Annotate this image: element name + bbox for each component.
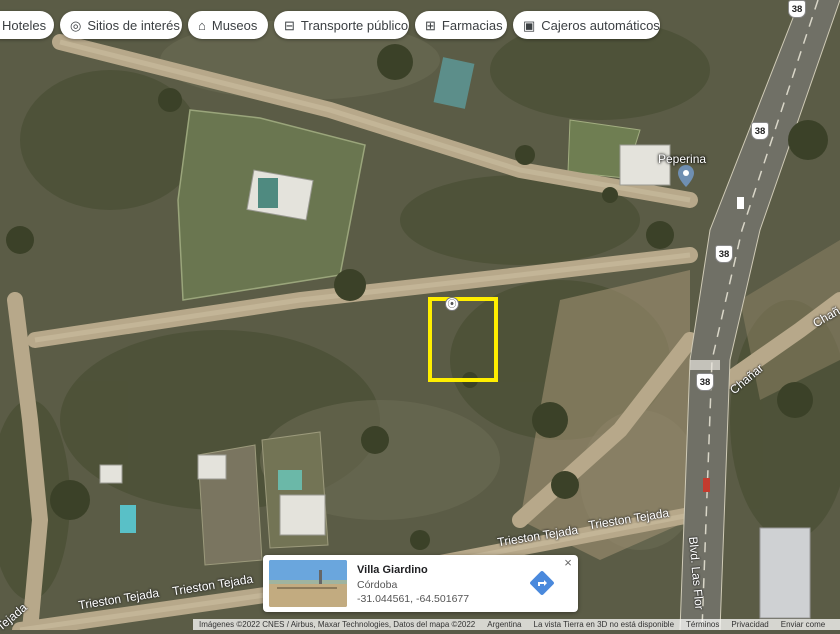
- directions-icon: [530, 571, 554, 595]
- feedback-link[interactable]: Enviar come: [775, 620, 831, 629]
- transit-icon: ⊟: [284, 17, 295, 33]
- route-38-shield: 38: [715, 245, 733, 263]
- close-icon[interactable]: ×: [561, 556, 575, 570]
- atm-icon: ▣: [523, 17, 536, 33]
- place-region: Córdoba: [357, 579, 398, 591]
- chip-sites-of-interest[interactable]: ◎ Sitios de interés: [60, 11, 182, 39]
- place-marker-peperina[interactable]: [678, 165, 694, 187]
- satellite-map[interactable]: [0, 0, 840, 630]
- route-38-shield: 38: [788, 0, 806, 18]
- museum-icon: ⌂: [198, 17, 206, 33]
- chip-museums[interactable]: ⌂ Museos: [188, 11, 268, 39]
- privacy-link[interactable]: Privacidad: [725, 620, 774, 629]
- selection-rectangle: [428, 297, 498, 382]
- directions-button[interactable]: [529, 570, 555, 596]
- map-footer: Imágenes ©2022 CNES / Airbus, Maxar Tech…: [193, 619, 840, 630]
- 3d-notice: La vista Tierra en 3D no está disponible: [533, 620, 675, 629]
- chip-pharmacies[interactable]: ⊞ Farmacias: [415, 11, 507, 39]
- imagery-attribution: Imágenes ©2022 CNES / Airbus, Maxar Tech…: [199, 620, 476, 629]
- route-38-shield: 38: [696, 373, 714, 391]
- place-label-peperina[interactable]: Peperina: [658, 152, 706, 166]
- map-pin-icon: [678, 165, 694, 187]
- country-label: Argentina: [487, 620, 522, 629]
- chip-hotels[interactable]: Hoteles: [0, 11, 54, 39]
- chip-atms[interactable]: ▣ Cajeros automáticos: [513, 11, 660, 39]
- place-info-card[interactable]: Villa Giardino Córdoba -31.044561, -64.5…: [263, 555, 578, 612]
- location-pin-icon[interactable]: ⦿: [445, 297, 459, 311]
- street-photo-image: [269, 560, 347, 607]
- place-title: Villa Giardino: [357, 564, 428, 576]
- terms-link[interactable]: Términos: [680, 620, 725, 629]
- route-38-shield: 38: [751, 122, 769, 140]
- chip-public-transport[interactable]: ⊟ Transporte público: [274, 11, 409, 39]
- place-photo-thumbnail[interactable]: [269, 560, 347, 607]
- pharmacy-icon: ⊞: [425, 17, 436, 33]
- camera-icon: ◎: [70, 17, 82, 33]
- place-coordinates: -31.044561, -64.501677: [357, 593, 470, 605]
